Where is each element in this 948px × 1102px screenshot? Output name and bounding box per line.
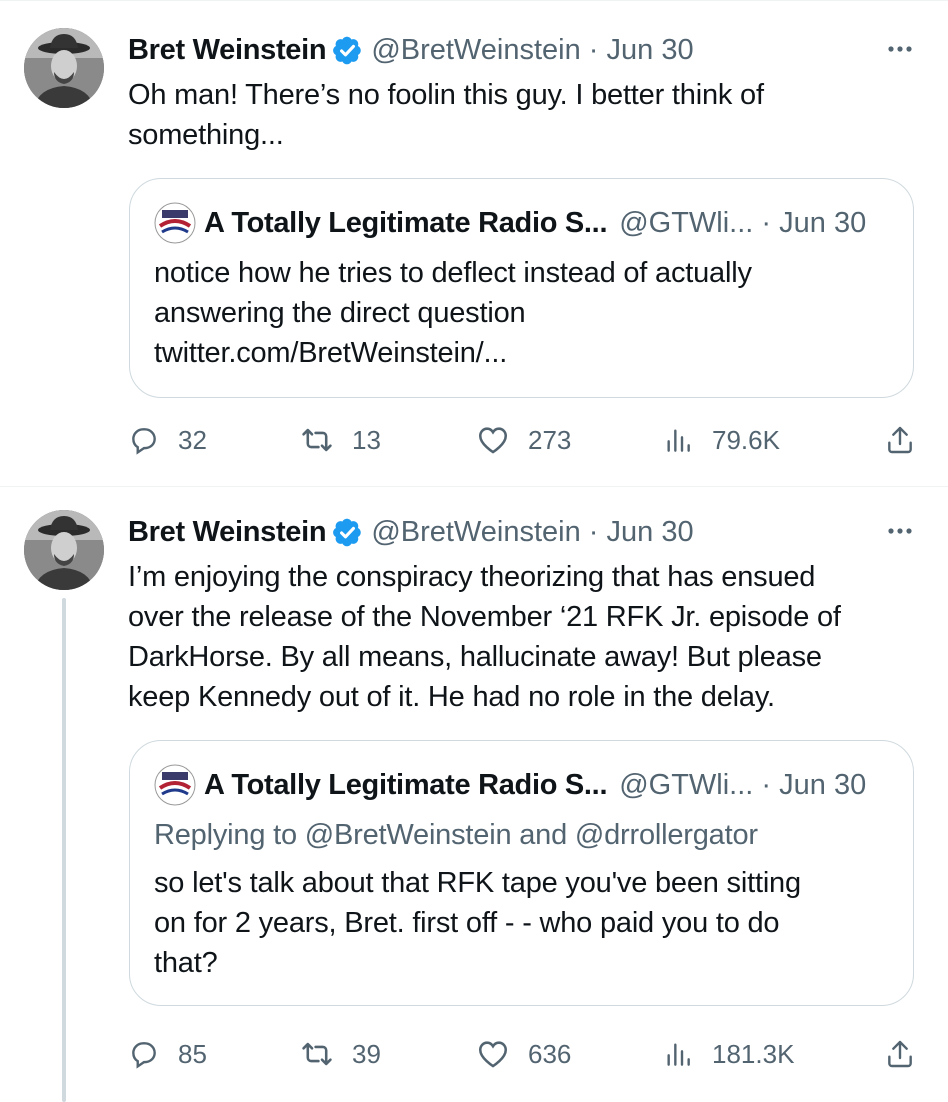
views-count: 181.3K — [712, 1038, 795, 1069]
quote-date: Jun 30 — [779, 206, 867, 239]
reply-bubble-icon — [128, 1038, 160, 1070]
quote-author-handle: @GTWli... — [619, 206, 754, 239]
share-upload-icon — [884, 424, 916, 456]
reply-count: 85 — [178, 1038, 207, 1069]
quote-author-name: A Totally Legitimate Radio S... — [204, 206, 608, 239]
more-dots-icon[interactable] — [884, 516, 916, 546]
author-handle[interactable]: @BretWeinstein — [371, 516, 580, 549]
quote-replying-to: Replying to @BretWeinstein and @drroller… — [154, 819, 758, 851]
quote-text: so let's talk about that RFK tape you've… — [154, 867, 801, 979]
reply-button[interactable]: 85 — [128, 1034, 207, 1074]
more-dots-icon[interactable] — [884, 34, 916, 64]
author-handle[interactable]: @BretWeinstein — [371, 34, 580, 67]
tweet-date[interactable]: Jun 30 — [607, 516, 694, 549]
tweet[interactable]: Bret Weinstein @BretWeinstein · Jun 30 I… — [0, 510, 948, 1102]
retweet-count: 39 — [352, 1038, 381, 1069]
views-button[interactable]: 79.6K — [662, 420, 780, 460]
tweet-actions: 85 39 636 181.3K — [128, 1034, 918, 1074]
quote-author-handle: @GTWli... — [619, 768, 754, 801]
tweet-date[interactable]: Jun 30 — [607, 34, 694, 67]
tweet-actions: 32 13 273 79.6K — [128, 420, 918, 460]
verified-badge-icon — [332, 517, 363, 548]
retweet-arrows-icon — [300, 423, 334, 457]
quote-author-name: A Totally Legitimate Radio S... — [204, 768, 608, 801]
thread-line — [62, 598, 66, 1102]
like-button[interactable]: 636 — [476, 1034, 571, 1074]
tweet-text: I’m enjoying the conspiracy theorizing t… — [128, 561, 841, 713]
date-separator: · — [580, 33, 607, 66]
tweet-header: Bret Weinstein @BretWeinstein · Jun 30 — [128, 512, 694, 552]
avatar[interactable] — [24, 510, 104, 590]
bar-chart-icon — [662, 1038, 694, 1070]
author-name[interactable]: Bret Weinstein — [128, 34, 327, 67]
share-button[interactable] — [884, 1038, 916, 1075]
top-divider — [0, 0, 948, 1]
views-count: 79.6K — [712, 424, 780, 455]
quote-avatar — [154, 764, 196, 806]
views-button[interactable]: 181.3K — [662, 1034, 794, 1074]
quote-date: Jun 30 — [779, 768, 867, 801]
quote-tweet[interactable]: A Totally Legitimate Radio S... @GTWli..… — [129, 740, 914, 1006]
retweet-arrows-icon — [300, 1037, 334, 1071]
reply-button[interactable]: 32 — [128, 420, 207, 460]
reply-bubble-icon — [128, 424, 160, 456]
like-button[interactable]: 273 — [476, 420, 571, 460]
heart-icon — [476, 1037, 510, 1071]
quote-date-separator: · — [753, 768, 780, 801]
share-button[interactable] — [884, 424, 916, 461]
quote-header: A Totally Legitimate Radio S... @GTWli..… — [154, 201, 866, 245]
quote-date-separator: · — [753, 206, 780, 239]
retweet-button[interactable]: 13 — [300, 420, 381, 460]
tweet-header: Bret Weinstein @BretWeinstein · Jun 30 — [128, 30, 694, 70]
retweet-count: 13 — [352, 424, 381, 455]
author-name[interactable]: Bret Weinstein — [128, 516, 327, 549]
avatar[interactable] — [24, 28, 104, 108]
quote-tweet[interactable]: A Totally Legitimate Radio S... @GTWli..… — [129, 178, 914, 398]
quote-header: A Totally Legitimate Radio S... @GTWli..… — [154, 763, 866, 807]
tweet[interactable]: Bret Weinstein @BretWeinstein · Jun 30 O… — [0, 28, 948, 483]
quote-text: notice how he tries to deflect instead o… — [154, 257, 752, 369]
like-count: 273 — [528, 424, 572, 455]
reply-count: 32 — [178, 424, 207, 455]
retweet-button[interactable]: 39 — [300, 1034, 381, 1074]
tweet-text: Oh man! There’s no foolin this guy. I be… — [128, 79, 764, 151]
heart-icon — [476, 423, 510, 457]
tweet-divider — [0, 486, 948, 487]
like-count: 636 — [528, 1038, 572, 1069]
date-separator: · — [580, 515, 607, 548]
verified-badge-icon — [332, 35, 363, 66]
share-upload-icon — [884, 1038, 916, 1070]
quote-avatar — [154, 202, 196, 244]
bar-chart-icon — [662, 424, 694, 456]
